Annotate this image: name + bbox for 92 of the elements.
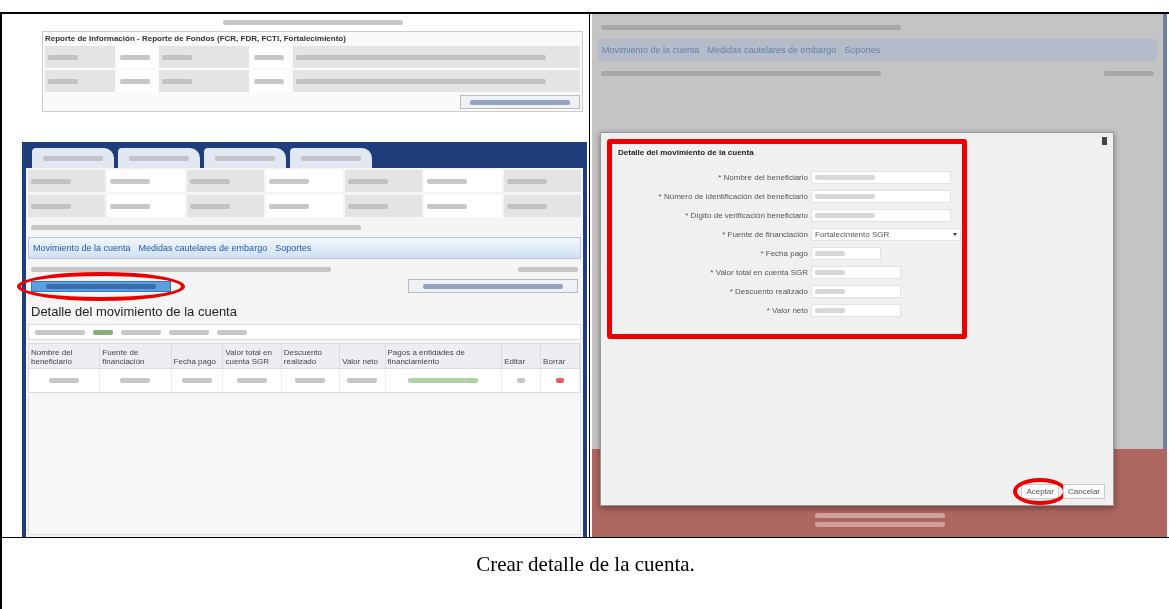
input-field[interactable] — [811, 171, 951, 184]
field-label: * Número de identificación del beneficiario — [657, 192, 808, 201]
blurred-text-line — [129, 155, 189, 161]
section-title: Detalle del movimiento de la cuenta — [30, 303, 238, 321]
blurred-text-line — [517, 378, 526, 383]
blurred-text-line — [815, 213, 875, 218]
caret-icon — [953, 233, 957, 236]
blurred-text-line — [815, 251, 845, 256]
blurred-text-line — [31, 178, 71, 184]
blurred-text-line — [43, 155, 103, 161]
dialog-button[interactable]: Cancelar — [1063, 484, 1105, 499]
blurred-text-line — [110, 203, 151, 209]
column-header: Valor total en cuenta SGR — [223, 344, 282, 368]
figure-caption: Crear detalle de la cuenta. — [476, 552, 695, 578]
field-label: * Fuente de financiación — [721, 230, 808, 239]
column-header: Fuente de financiación — [100, 344, 172, 368]
blurred-text-line — [254, 78, 284, 84]
back-button[interactable] — [408, 279, 578, 293]
blurred-text-line — [189, 178, 230, 184]
blurred-text-line — [427, 178, 468, 184]
blurred-text-line — [815, 308, 845, 313]
blurred-text-line — [815, 289, 845, 294]
column-header: Borrar — [541, 344, 580, 368]
dialog-button[interactable]: Aceptar — [1021, 484, 1059, 499]
blurred-text-line — [268, 178, 309, 184]
field-label: * Dígito de verificación beneficiario — [684, 211, 808, 220]
dialog-title: Detalle del movimiento de la cuenta — [618, 148, 755, 157]
input-field[interactable] — [811, 190, 951, 203]
blurred-text-line — [35, 329, 85, 335]
column-header: Fecha pago — [171, 344, 224, 368]
blurred-text-line — [347, 378, 378, 383]
blurred-text-line — [506, 178, 547, 184]
blurred-text-line — [427, 203, 468, 209]
blurred-text-line — [182, 378, 213, 383]
field-label: * Valor total en cuenta SGR — [709, 268, 808, 277]
blurred-text-line — [408, 378, 479, 383]
blurred-text-line — [110, 178, 151, 184]
column-header: Pagos a entidades de financiamiento — [385, 344, 503, 368]
report-title: Reporte de Información - Reporte de Fondos (FCR, FDR, FCTI, Fortalecimiento) — [45, 34, 346, 43]
blurred-text-line — [49, 378, 80, 383]
field-label: * Fecha pago — [759, 249, 808, 258]
tab[interactable] — [204, 148, 286, 168]
column-header: Editar — [502, 344, 542, 368]
section-tab[interactable]: Medidas cautelares de embargo — [138, 243, 268, 253]
blurred-text-line — [169, 329, 209, 335]
blurred-text-line — [815, 270, 845, 275]
blurred-text-line — [93, 329, 113, 335]
blurred-text-line — [162, 54, 192, 60]
date-field[interactable] — [811, 247, 881, 260]
blurred-text-line — [254, 54, 284, 60]
close-icon[interactable] — [1102, 137, 1107, 145]
blurred-text-line — [121, 329, 161, 335]
blurred-text-line — [556, 378, 565, 383]
blurred-text-line — [48, 78, 78, 84]
blurred-text-line — [301, 155, 361, 161]
blurred-text-line — [506, 203, 547, 209]
blurred-text-line — [815, 175, 875, 180]
blurred-text-line — [268, 203, 309, 209]
blurred-text-line — [120, 78, 150, 84]
field-label: * Nombre del beneficiario — [717, 173, 808, 182]
blurred-text-line — [48, 54, 78, 60]
tab[interactable] — [290, 148, 372, 168]
blurred-text-line — [518, 266, 578, 272]
input-field[interactable] — [811, 304, 901, 317]
blurred-text-line — [815, 194, 875, 199]
blurred-text-line — [237, 378, 268, 383]
input-field[interactable] — [811, 266, 901, 279]
dropdown-field[interactable]: Fortalecimiento SGR — [811, 228, 961, 241]
blurred-text-line — [348, 203, 389, 209]
column-header: Valor neto — [340, 344, 386, 368]
tab[interactable] — [32, 148, 114, 168]
input-field[interactable] — [811, 209, 951, 222]
blurred-text-line — [120, 378, 151, 383]
blurred-text-line — [162, 78, 192, 84]
section-tab[interactable]: Soportes — [275, 243, 312, 253]
input-field[interactable] — [811, 285, 901, 298]
blurred-text-line — [215, 155, 275, 161]
section-tab[interactable]: Movimiento de la cuenta — [33, 243, 131, 253]
blurred-text-line — [217, 329, 247, 335]
back-button[interactable] — [460, 95, 580, 109]
blurred-text-line — [295, 378, 326, 383]
column-header: Nombre del beneficiario — [29, 344, 101, 368]
blurred-text-line — [120, 54, 150, 60]
blurred-text-line — [31, 203, 71, 209]
tab[interactable] — [118, 148, 200, 168]
blurred-text-line — [348, 178, 389, 184]
blurred-text-line — [1104, 70, 1154, 76]
field-label: * Valor neto — [765, 306, 808, 315]
field-label: * Descuento realizado — [728, 287, 808, 296]
create-detail-button[interactable] — [31, 280, 171, 292]
blurred-text-line — [189, 203, 230, 209]
column-header: Descuento realizado — [281, 344, 341, 368]
